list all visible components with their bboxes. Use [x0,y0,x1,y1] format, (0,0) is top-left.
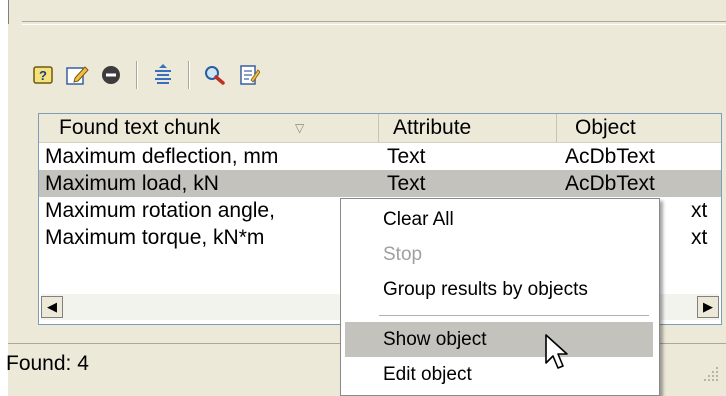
notes-button[interactable] [234,60,264,90]
help-button[interactable]: ? [28,60,58,90]
column-header-object[interactable]: Object [557,114,721,142]
cell-object: AcDbText [565,145,655,168]
cell-chunk: Maximum load, kN [45,172,219,195]
cell-attribute: Text [387,172,426,195]
column-header-label: Object [575,116,636,139]
list-header: Found text chunk ▽ Attribute Object [39,114,721,143]
column-header-chunk[interactable]: Found text chunk ▽ [39,114,379,142]
toolbar-separator [188,61,190,89]
toolbar-separator [136,61,138,89]
stop-button[interactable] [96,60,126,90]
svg-text:?: ? [39,68,47,83]
cell-chunk: Maximum deflection, mm [45,145,279,168]
align-icon [155,64,171,84]
align-button[interactable] [148,60,178,90]
context-menu: Clear All Stop Group results by objects … [340,198,660,396]
cell-object: xt [691,226,708,249]
menu-item-edit-object[interactable]: Edit object [345,357,653,392]
toolbar: ? [28,58,268,92]
help-icon: ? [33,66,53,84]
column-header-attribute[interactable]: Attribute [379,114,557,142]
table-row[interactable]: Maximum deflection, mm Text AcDbText [39,143,721,170]
sort-descending-icon: ▽ [295,121,305,135]
mouse-pointer-icon [545,334,568,369]
cell-chunk: Maximum rotation angle, [45,199,275,222]
column-header-label: Found text chunk [59,116,221,139]
menu-item-show-object[interactable]: Show object [345,322,653,357]
scroll-right-button[interactable]: ▶ [697,296,719,318]
menu-separator [379,315,649,316]
menu-item-clear-all[interactable]: Clear All [345,202,653,237]
cell-object: xt [691,199,708,222]
edit-button[interactable] [62,60,92,90]
stop-icon [102,66,120,84]
cell-object: AcDbText [565,172,655,195]
resize-grip-icon[interactable] [700,363,720,383]
cell-attribute: Text [387,145,426,168]
arrow-left-icon: ◀ [47,299,57,314]
found-count: Found: 4 [6,352,89,375]
menu-item-group-by-objects[interactable]: Group results by objects [345,272,653,307]
arrow-right-icon: ▶ [703,299,713,314]
cell-chunk: Maximum torque, kN*m [45,226,265,249]
menu-item-stop: Stop [383,244,423,265]
top-divider [22,21,726,25]
scroll-left-button[interactable]: ◀ [41,296,63,318]
search-icon [205,66,225,85]
search-button[interactable] [200,60,230,90]
notes-icon [240,65,260,85]
table-row-selected[interactable]: Maximum load, kN Text AcDbText [39,170,721,197]
column-header-label: Attribute [393,116,472,139]
edit-icon [66,66,89,85]
